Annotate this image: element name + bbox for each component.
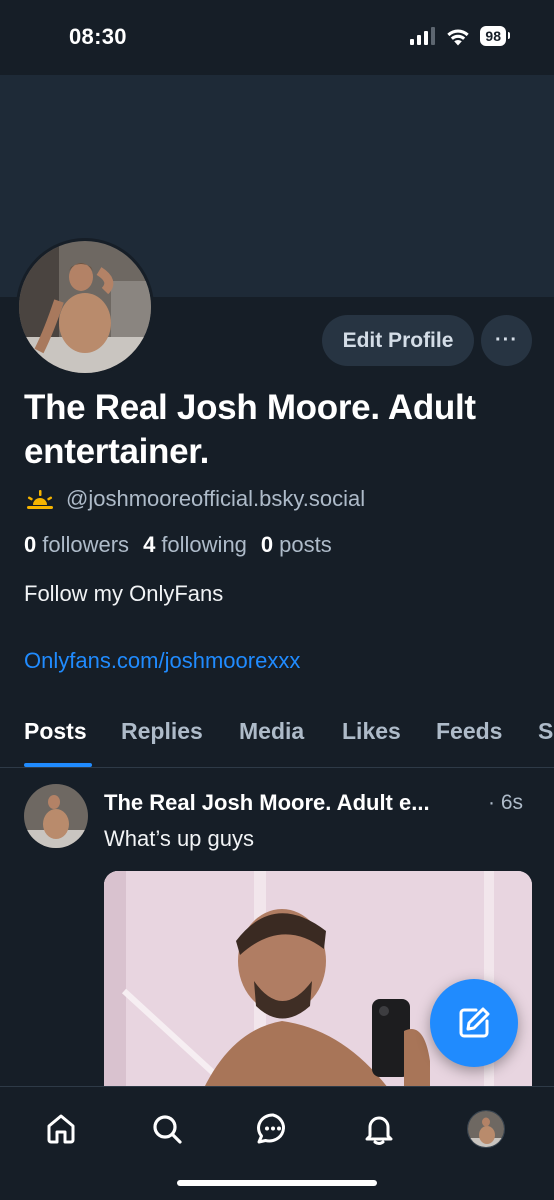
tab-media[interactable]: Media (239, 718, 304, 745)
more-icon: ··· (495, 329, 518, 351)
post-text: What’s up guys (104, 826, 255, 851)
profile-link[interactable]: Onlyfans.com/joshmoorexxx (24, 648, 300, 674)
nav-home[interactable] (39, 1107, 83, 1151)
nav-chat[interactable] (251, 1107, 295, 1151)
chat-icon (257, 1113, 285, 1144)
followers-stat[interactable]: 0 followers (24, 532, 129, 558)
home-icon (47, 1114, 75, 1144)
nav-notifications[interactable] (357, 1107, 401, 1151)
profile-avatar[interactable] (16, 238, 154, 376)
active-tab-indicator (24, 763, 92, 767)
profile-handle[interactable]: @joshmooreofficial.bsky.social (66, 486, 365, 512)
status-icons: 98 (410, 26, 510, 46)
post-avatar[interactable] (24, 784, 88, 848)
profile-avatar-small (467, 1110, 505, 1148)
more-options-button[interactable]: ··· (481, 315, 532, 366)
profile-tabs: Posts Replies Media Likes Feeds S (0, 700, 554, 768)
edit-profile-button[interactable]: Edit Profile (322, 315, 474, 366)
post-author[interactable]: The Real Josh Moore. Adult e... (104, 790, 484, 816)
following-label: following (161, 532, 247, 557)
signal-icon (410, 27, 436, 45)
tab-likes[interactable]: Likes (342, 718, 401, 745)
posts-count: 0 (260, 532, 274, 557)
followers-label: followers (42, 532, 130, 557)
profile-stats: 0 followers 4 following 0 posts (24, 532, 332, 558)
tab-replies[interactable]: Replies (121, 718, 203, 745)
posts-stat: 0 posts (261, 532, 332, 558)
nav-search[interactable] (145, 1107, 189, 1151)
battery-indicator: 98 (480, 26, 510, 46)
post-avatar-photo (24, 784, 88, 848)
following-count: 4 (143, 532, 156, 557)
compose-button[interactable] (430, 979, 518, 1067)
wifi-icon (447, 29, 470, 45)
tab-starter-packs[interactable]: S (538, 718, 553, 745)
bell-icon (365, 1116, 393, 1145)
display-name: The Real Josh Moore. Adult entertainer. (24, 388, 476, 471)
tab-posts[interactable]: Posts (24, 718, 87, 745)
handle-row: @joshmooreofficial.bsky.social (24, 486, 365, 512)
tab-feeds[interactable]: Feeds (436, 718, 502, 745)
post-timestamp: · 6s (488, 791, 524, 814)
nav-profile[interactable] (464, 1107, 508, 1151)
status-time: 08:30 (69, 24, 127, 49)
sunrise-icon (27, 490, 53, 509)
followers-count: 0 (24, 532, 37, 557)
posts-label: posts (279, 532, 332, 557)
search-icon (153, 1115, 182, 1144)
compose-icon (459, 1007, 490, 1038)
profile-bio: Follow my OnlyFans (24, 581, 224, 606)
following-stat[interactable]: 4 following (143, 532, 247, 558)
home-indicator (177, 1180, 377, 1186)
status-bar: 08:30 98 (0, 0, 554, 75)
avatar-photo (19, 241, 151, 373)
